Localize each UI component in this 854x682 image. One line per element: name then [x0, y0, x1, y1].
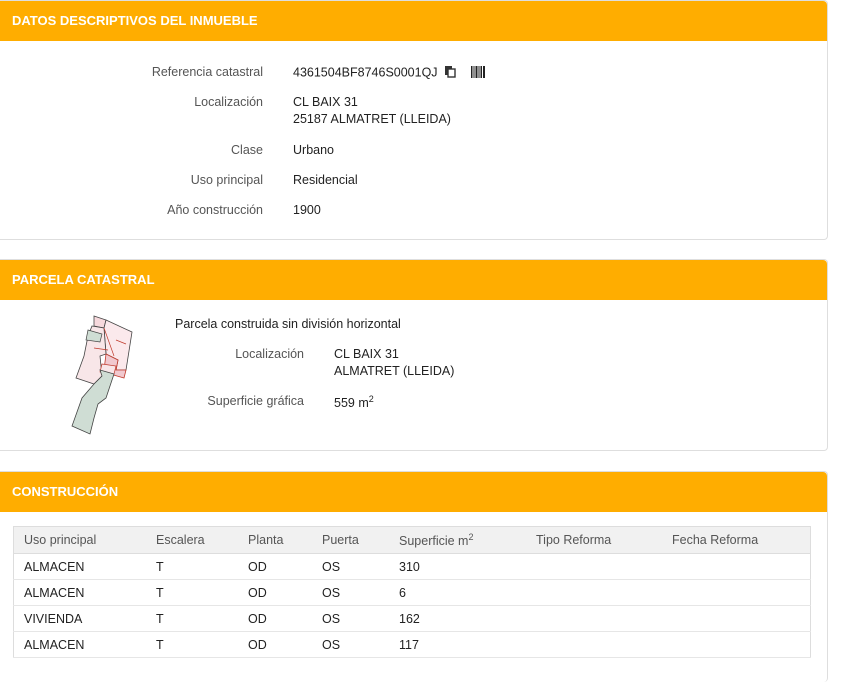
table-cell — [662, 631, 811, 658]
datos-panel: DATOS DESCRIPTIVOS DEL INMUEBLE Referenc… — [0, 0, 828, 240]
table-cell: 310 — [389, 553, 526, 580]
table-cell: OD — [238, 579, 312, 606]
col-superficie-label: Superficie m — [399, 534, 469, 549]
col-puerta: Puerta — [312, 526, 389, 554]
table-cell: ALMACEN — [13, 579, 146, 606]
table-cell: OS — [312, 631, 389, 658]
parcela-sup-label: Superficie gráfica — [207, 394, 304, 408]
table-cell — [526, 553, 662, 580]
uso-value: Residencial — [293, 173, 358, 187]
table-cell: OD — [238, 605, 312, 632]
table-cell: T — [146, 605, 238, 632]
parcela-sup-value: 559 m — [334, 396, 369, 411]
table-cell — [526, 631, 662, 658]
table-cell — [662, 579, 811, 606]
col-fecha-reforma: Fecha Reforma — [662, 526, 811, 554]
clase-value: Urbano — [293, 143, 334, 157]
loc-label: Localización — [194, 95, 263, 109]
barcode-icon[interactable] — [470, 65, 485, 81]
table-row: VIVIENDA T OD OS 162 — [13, 605, 811, 632]
table-cell — [526, 605, 662, 632]
construccion-table: Uso principal Escalera Planta Puerta Sup… — [13, 526, 811, 658]
table-cell: OD — [238, 553, 312, 580]
datos-title: DATOS DESCRIPTIVOS DEL INMUEBLE — [0, 1, 827, 41]
loc-line2: 25187 ALMATRET (LLEIDA) — [293, 112, 451, 126]
parcela-loc-line1: CL BAIX 31 — [334, 347, 399, 361]
col-superficie: Superficie m2 — [389, 526, 526, 554]
table-row: ALMACEN T OD OS 6 — [13, 579, 811, 606]
copy-icon[interactable] — [444, 65, 457, 81]
parcela-desc: Parcela construida sin división horizont… — [175, 317, 401, 331]
table-cell — [662, 553, 811, 580]
parcela-sup-value-wrap: 559 m2 — [334, 394, 374, 410]
ref-value-row: 4361504BF8746S0001QJ — [293, 65, 485, 81]
construccion-panel: CONSTRUCCIÓN Uso principal Escalera Plan… — [0, 471, 828, 682]
uso-label: Uso principal — [190, 173, 263, 187]
table-cell: OS — [312, 553, 389, 580]
anio-label: Año construcción — [167, 203, 263, 217]
parcela-loc-line2: ALMATRET (LLEIDA) — [334, 364, 455, 378]
table-row: ALMACEN T OD OS 117 — [13, 631, 811, 658]
col-superficie-exponent: 2 — [468, 531, 474, 542]
table-cell: T — [146, 631, 238, 658]
table-body: ALMACEN T OD OS 310 ALMACEN T OD OS 6 VIVIENDA T OD O… — [13, 553, 811, 658]
clase-label: Clase — [231, 143, 263, 157]
col-planta: Planta — [238, 526, 312, 554]
table-cell: 162 — [389, 605, 526, 632]
table-cell: 117 — [389, 631, 526, 658]
table-cell: ALMACEN — [13, 631, 146, 658]
col-uso: Uso principal — [13, 526, 146, 554]
table-cell: ALMACEN — [13, 553, 146, 580]
parcel-map[interactable] — [66, 312, 138, 438]
ref-label: Referencia catastral — [151, 65, 263, 79]
table-cell: OS — [312, 579, 389, 606]
table-cell: OD — [238, 631, 312, 658]
parcela-loc-label: Localización — [235, 347, 304, 361]
parcela-sup-exponent: 2 — [368, 394, 374, 404]
anio-value: 1900 — [293, 203, 321, 217]
construccion-title: CONSTRUCCIÓN — [0, 472, 827, 512]
table-cell: T — [146, 553, 238, 580]
table-cell: OS — [312, 605, 389, 632]
table-header-row: Uso principal Escalera Planta Puerta Sup… — [13, 526, 811, 554]
col-escalera: Escalera — [146, 526, 238, 554]
table-cell: VIVIENDA — [13, 605, 146, 632]
ref-value: 4361504BF8746S0001QJ — [293, 65, 438, 80]
table-cell: 6 — [389, 579, 526, 606]
parcela-panel: PARCELA CATASTRAL Parcela construida sin… — [0, 259, 828, 451]
table-cell — [662, 605, 811, 632]
table-cell — [526, 579, 662, 606]
loc-line1: CL BAIX 31 — [293, 95, 358, 109]
col-tipo-reforma: Tipo Reforma — [526, 526, 662, 554]
table-cell: T — [146, 579, 238, 606]
table-row: ALMACEN T OD OS 310 — [13, 553, 811, 580]
parcela-title: PARCELA CATASTRAL — [0, 260, 827, 300]
